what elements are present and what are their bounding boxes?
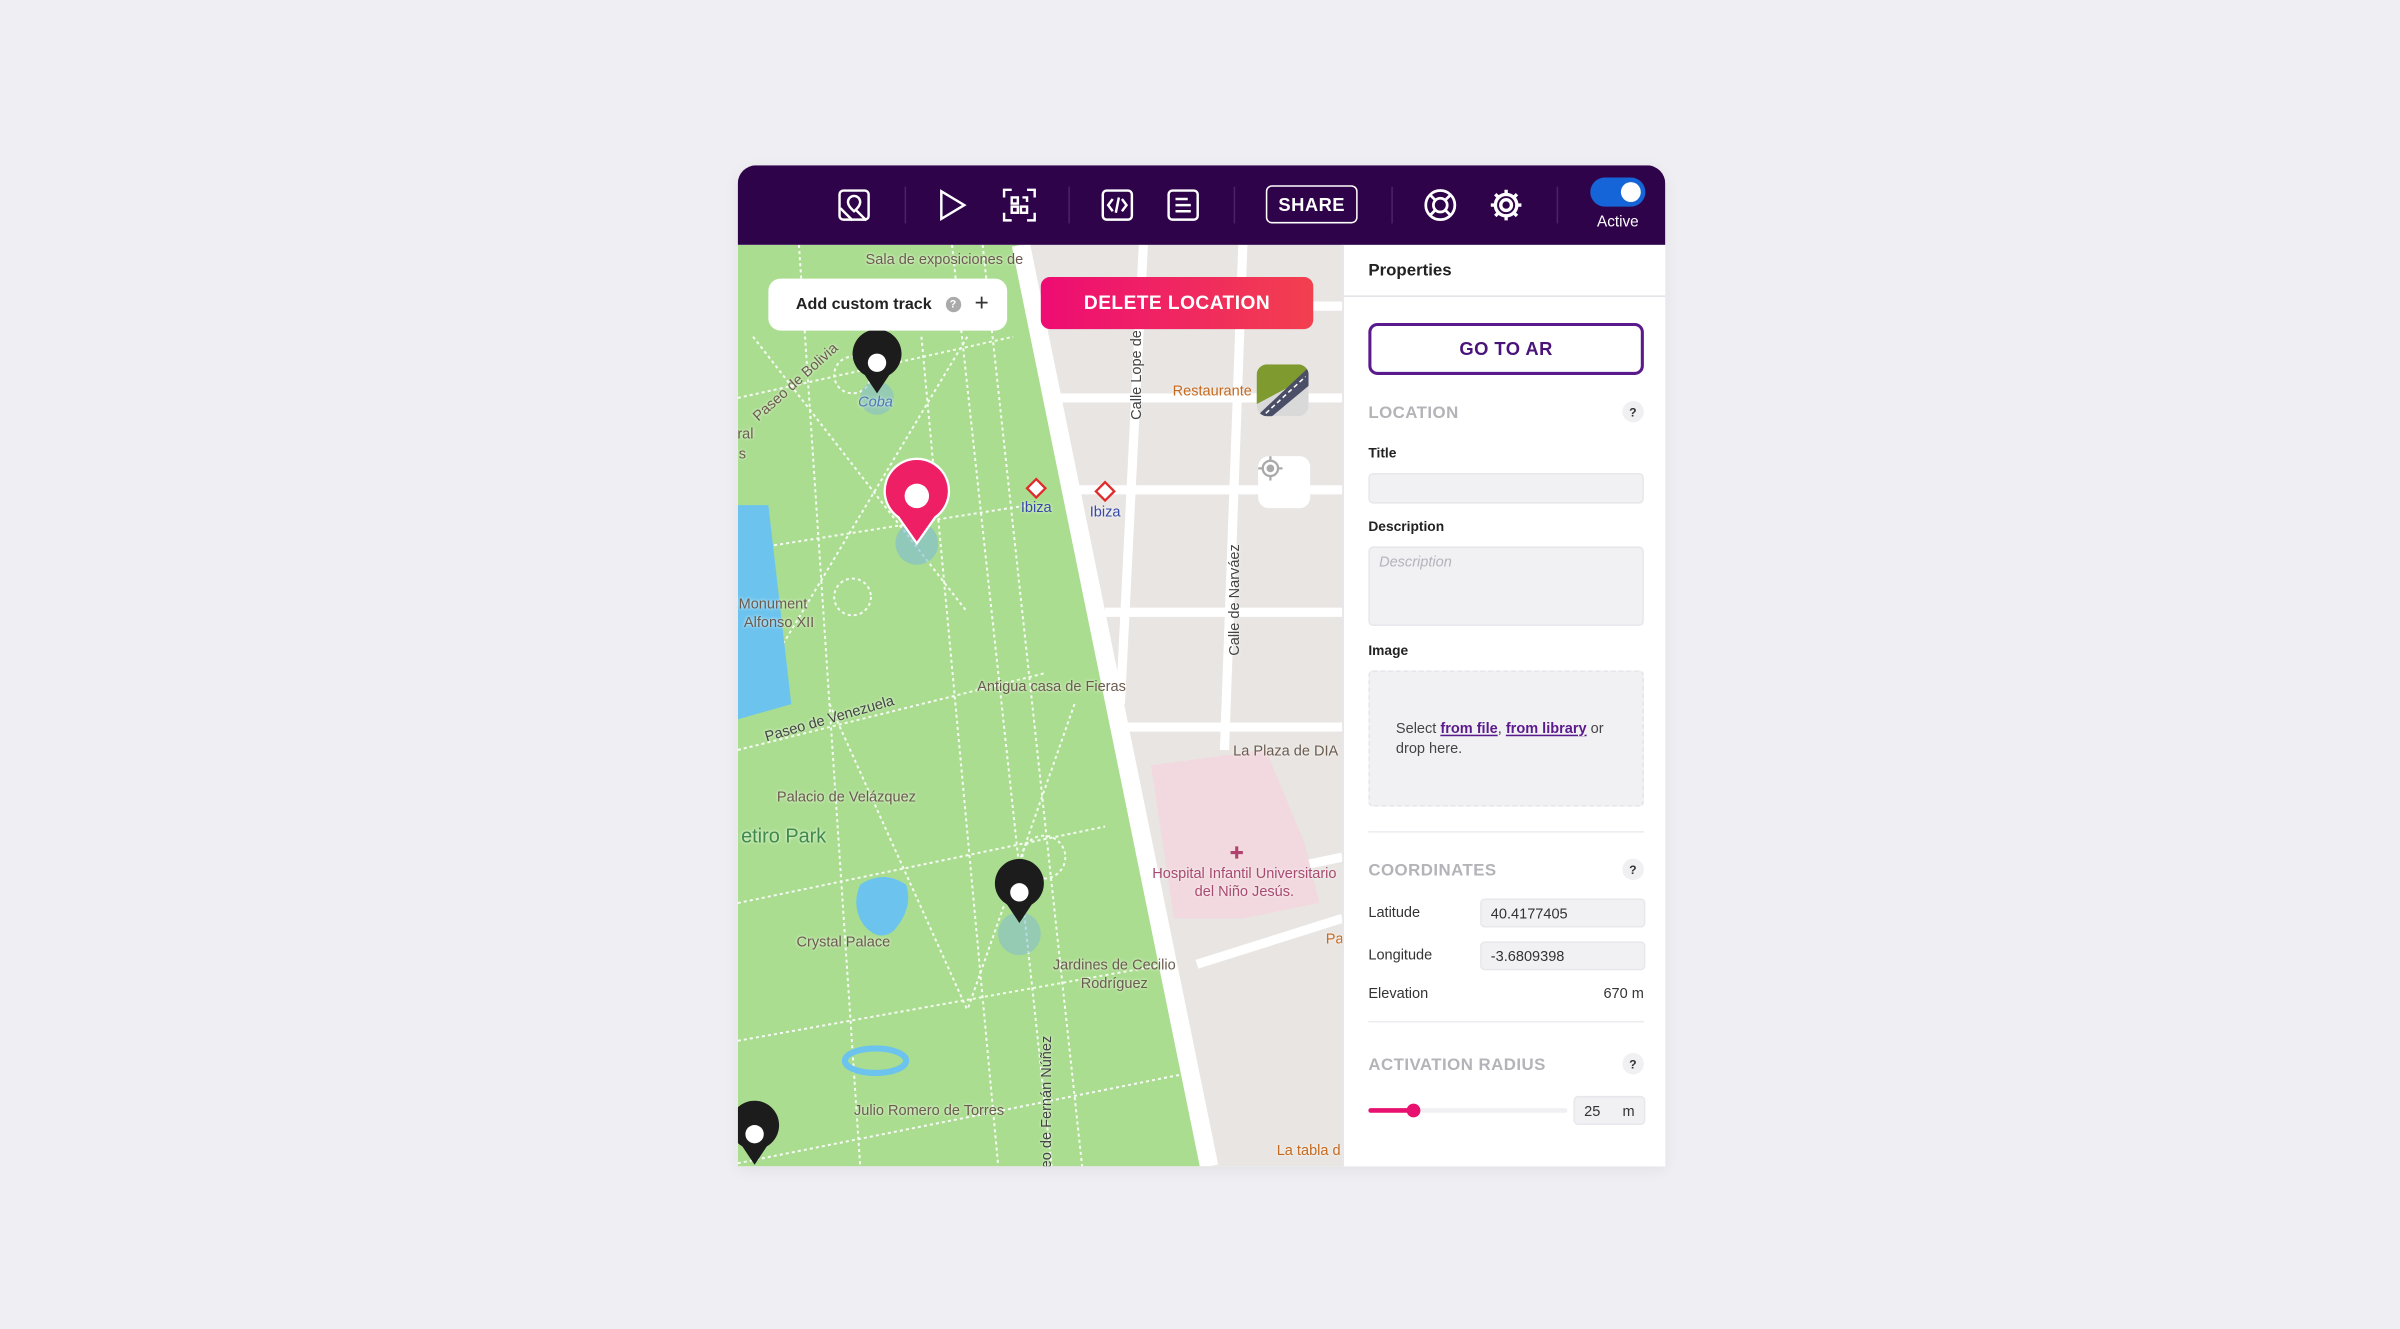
image-label: Image — [1368, 642, 1409, 659]
share-button[interactable]: SHARE — [1265, 185, 1358, 224]
title-label: Title — [1368, 445, 1397, 461]
road-layer-icon — [1256, 364, 1309, 417]
help-lifebuoy-icon[interactable] — [1422, 187, 1459, 224]
longitude-input[interactable]: -3.6809398 — [1480, 941, 1646, 971]
radius-unit: m — [1622, 1103, 1635, 1121]
play-icon[interactable] — [934, 187, 971, 224]
from-file-link[interactable]: from file — [1440, 720, 1497, 737]
toolbar-divider — [1233, 186, 1236, 224]
code-icon[interactable] — [1099, 187, 1136, 224]
description-textarea[interactable]: Description — [1368, 546, 1644, 627]
properties-panel: Properties GO TO AR LOCATION ? Title Des… — [1342, 244, 1666, 1167]
divider — [1368, 831, 1644, 833]
map-label: Crystal Palace — [796, 934, 891, 952]
coordinates-heading-label: COORDINATES — [1368, 861, 1497, 881]
active-toggle[interactable] — [1590, 177, 1646, 207]
help-icon[interactable]: ? — [1622, 401, 1644, 423]
add-custom-track-label: Add custom track — [795, 295, 932, 314]
activation-radius-heading-label: ACTIVATION RADIUS — [1368, 1056, 1546, 1075]
location-heading-label: LOCATION — [1368, 404, 1459, 423]
map-label: Palacio de Velázquez — [776, 789, 916, 806]
title-input[interactable] — [1368, 472, 1644, 504]
radius-input[interactable]: 25 m — [1573, 1095, 1646, 1125]
go-to-ar-button[interactable]: GO TO AR — [1368, 322, 1644, 375]
radius-slider-handle[interactable] — [1405, 1103, 1420, 1118]
map-label: Antigua casa de Fieras — [977, 678, 1126, 696]
radius-slider-fill — [1368, 1108, 1413, 1113]
map-label: ral — [737, 426, 754, 444]
map-label: del Niño Jesús. — [1194, 883, 1295, 901]
description-label: Description — [1368, 518, 1445, 535]
map-label: La tabla d — [1276, 1142, 1341, 1160]
map-view[interactable]: Sala de exposiciones de Paseo de Bolivia… — [737, 244, 1343, 1167]
toolbar-divider — [1556, 186, 1559, 224]
map-label: etiro Park — [741, 824, 827, 848]
crosshair-icon — [1258, 456, 1283, 481]
map-label: s — [738, 446, 746, 464]
image-dropzone[interactable]: Select from file, from library or drop h… — [1368, 670, 1644, 807]
coordinates-heading: COORDINATES ? — [1368, 858, 1644, 881]
map-label: Alfonso XII — [743, 614, 815, 632]
help-icon[interactable]: ? — [1622, 1053, 1644, 1075]
map-label: Sala de exposiciones de — [865, 251, 1024, 269]
toolbar-divider — [1391, 186, 1393, 224]
map-label: Rodríguez — [1080, 975, 1148, 993]
map-label: Julio Romero de Torres — [854, 1102, 1005, 1120]
map-label: Hospital Infantil Universitario — [1152, 865, 1337, 883]
toolbar-divider — [904, 186, 907, 224]
map-label: Ibiza — [1089, 504, 1121, 522]
document-icon[interactable] — [1165, 187, 1202, 224]
map-label: Monument — [738, 596, 808, 614]
gear-icon[interactable] — [1488, 187, 1525, 224]
description-placeholder: Description — [1379, 554, 1452, 571]
map-label: La Plaza de DIA — [1233, 743, 1339, 760]
map-label: Coba — [858, 394, 893, 411]
add-custom-track: Add custom track ? + — [768, 278, 1008, 331]
divider — [1368, 1020, 1644, 1023]
map-label: Restaurante — [1172, 383, 1252, 401]
delete-location-button[interactable]: DELETE LOCATION — [1040, 277, 1314, 330]
radius-slider[interactable] — [1368, 1103, 1568, 1118]
help-icon[interactable]: ? — [945, 296, 961, 313]
toolbar-divider — [1068, 186, 1070, 224]
locate-me-button[interactable] — [1258, 456, 1311, 509]
location-heading: LOCATION ? — [1368, 401, 1644, 423]
add-track-button[interactable]: + — [975, 291, 989, 319]
map-label: Calle de Narváez — [1226, 544, 1244, 656]
map-label: Ibiza — [1020, 499, 1052, 517]
toolbar: SHARE Active — [737, 165, 1666, 245]
map-label: eo de Fernán Núñez — [1038, 1035, 1056, 1167]
image-comma: , — [1497, 720, 1506, 737]
latitude-input[interactable]: 40.4177405 — [1480, 898, 1646, 928]
from-library-link[interactable]: from library — [1506, 720, 1587, 737]
map-layer-toggle[interactable] — [1256, 364, 1309, 417]
map-label: Calle Lope de — [1128, 330, 1146, 420]
map-image-icon[interactable] — [836, 187, 873, 224]
panel-title: Properties — [1343, 245, 1666, 297]
help-icon[interactable]: ? — [1622, 858, 1644, 881]
qr-scan-icon[interactable] — [1001, 187, 1038, 224]
map-label: Jardines de Cecilio — [1052, 957, 1176, 975]
radius-value: 25 — [1584, 1103, 1601, 1121]
editor-window: SHARE Active Sala de exposiciones de Pas… — [737, 165, 1666, 1167]
activation-radius-heading: ACTIVATION RADIUS ? — [1368, 1053, 1644, 1075]
active-toggle-label: Active — [1596, 214, 1639, 232]
map-label: Pa — [1325, 931, 1343, 949]
image-select-text: Select — [1395, 720, 1441, 737]
elevation-value: 670 m — [1603, 985, 1644, 1003]
